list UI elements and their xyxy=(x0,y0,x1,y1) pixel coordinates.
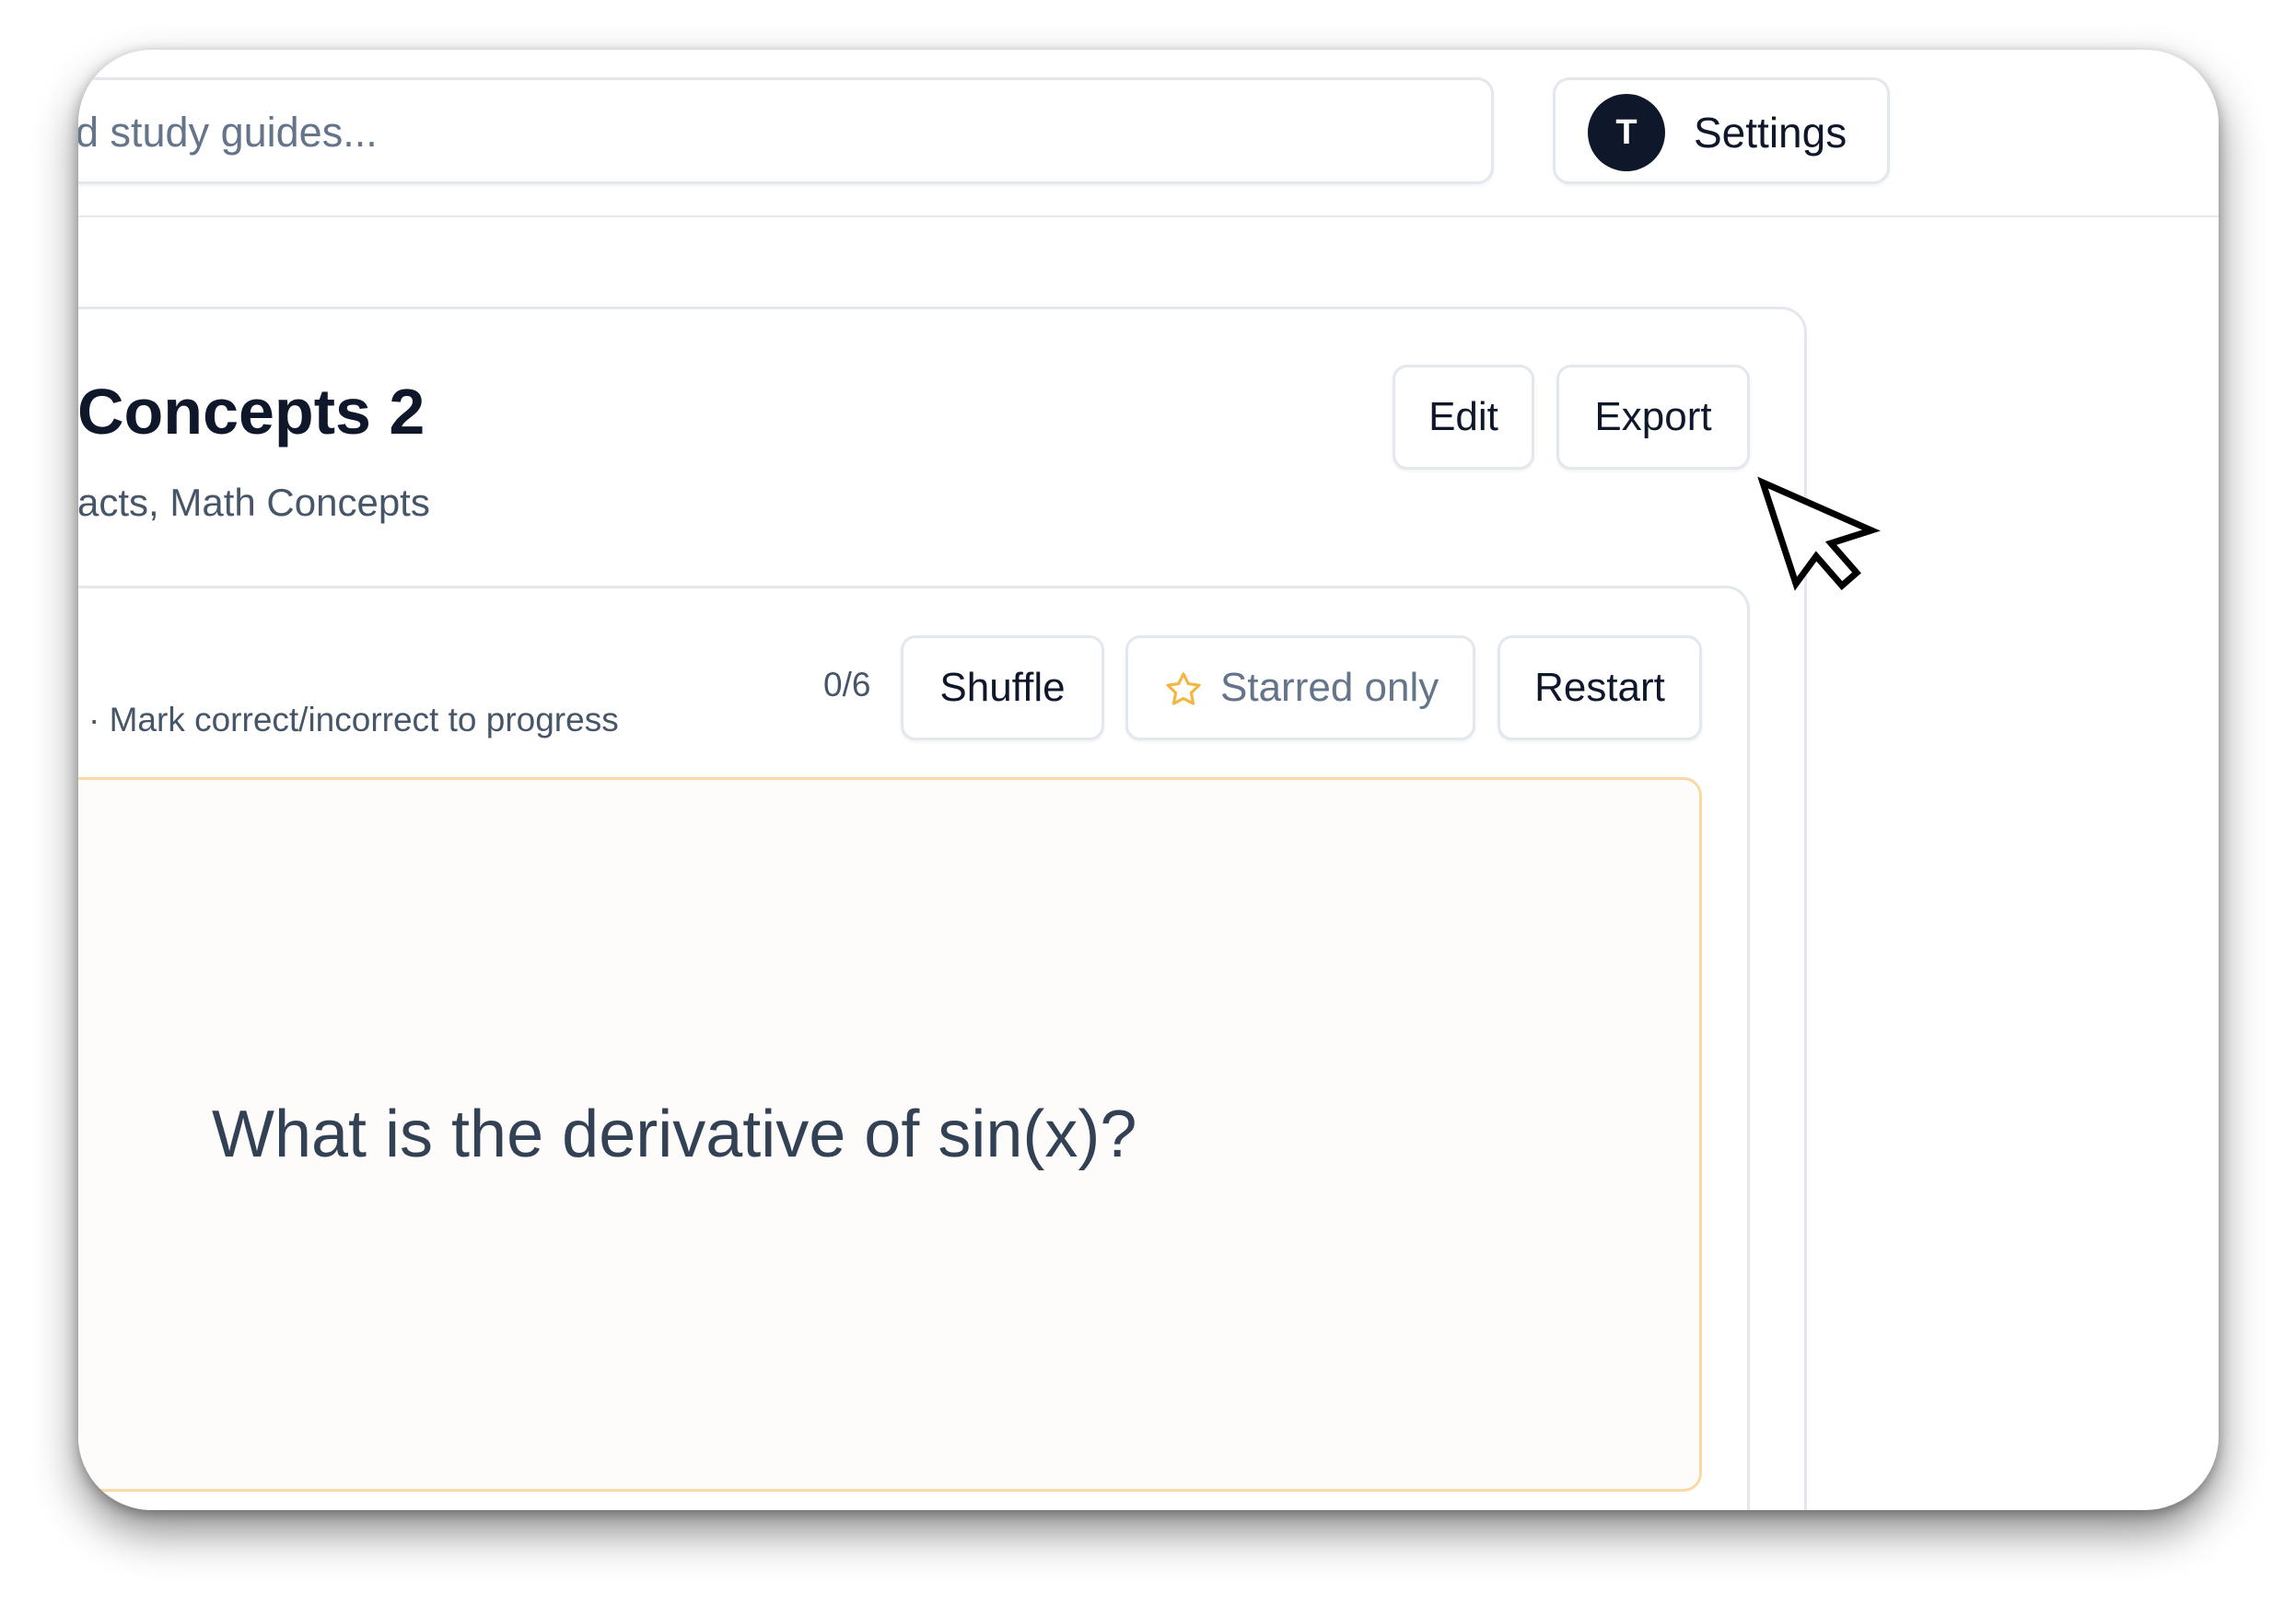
mouse-pointer-icon xyxy=(1757,476,1881,591)
settings-label[interactable]: Settings xyxy=(1694,107,1847,158)
avatar[interactable]: T xyxy=(1588,94,1665,171)
app-window: d study guides... T Settings Concepts 2 … xyxy=(78,50,2219,1510)
shuffle-button[interactable]: Shuffle xyxy=(901,635,1104,740)
export-button[interactable]: Export xyxy=(1556,365,1750,470)
progress-count: 0/6 xyxy=(823,666,871,703)
page-title: Concepts 2 xyxy=(78,376,425,448)
restart-button[interactable]: Restart xyxy=(1498,635,1702,740)
study-hint: · Mark correct/incorrect to progress xyxy=(88,701,619,738)
screenshot-stage: d study guides... T Settings Concepts 2 … xyxy=(0,0,2296,1616)
starred-only-label: Starred only xyxy=(1220,665,1439,710)
star-icon xyxy=(1166,672,1201,705)
search-placeholder: d study guides... xyxy=(78,109,378,156)
flashcard-question: What is the derivative of sin(x)? xyxy=(212,1098,1137,1171)
header-divider xyxy=(78,215,2219,217)
deck-subtitle: acts, Math Concepts xyxy=(78,481,430,524)
starred-only-button[interactable]: Starred only xyxy=(1125,635,1475,740)
edit-button[interactable]: Edit xyxy=(1393,365,1534,470)
app-viewport: d study guides... T Settings Concepts 2 … xyxy=(78,50,2219,1510)
